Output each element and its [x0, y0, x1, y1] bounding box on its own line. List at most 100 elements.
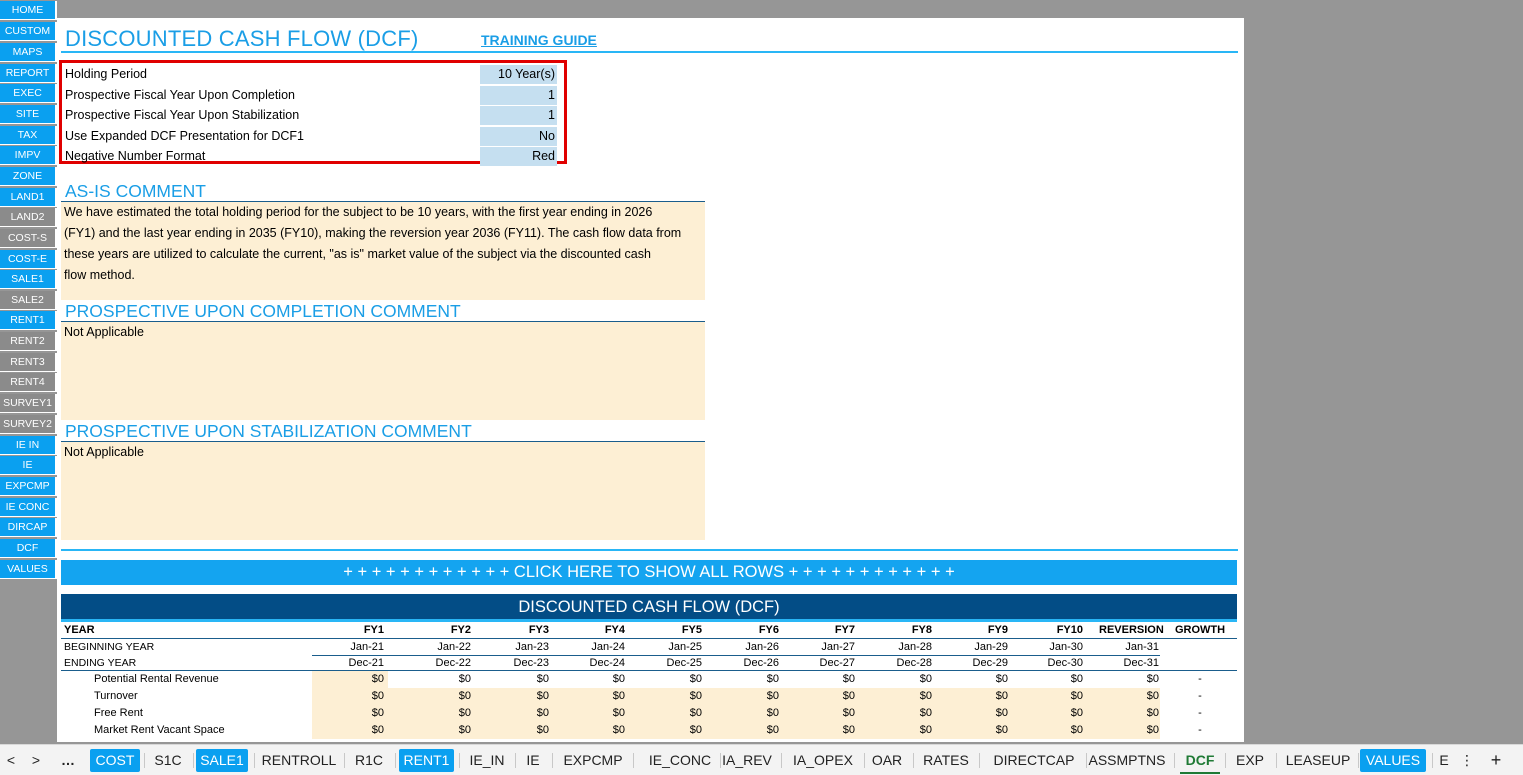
value-cell: $0 [689, 724, 702, 736]
setting-value-cell[interactable]: 1 [480, 106, 557, 125]
value-cell: $0 [371, 673, 384, 685]
tab-oar[interactable]: OAR [866, 749, 908, 772]
date-cell: Jan-23 [515, 641, 549, 653]
scroll-tabs-left-button[interactable]: < [2, 749, 20, 772]
sidebar-item-cost-e[interactable]: COST-E [0, 250, 57, 269]
tab-e[interactable]: E [1437, 749, 1451, 772]
value-cell: $0 [458, 707, 471, 719]
sidebar-item-sale2[interactable]: SALE2 [0, 291, 57, 310]
value-cell: $0 [371, 707, 384, 719]
tab-separator [459, 753, 460, 768]
row-label: Market Rent Vacant Space [94, 724, 225, 736]
tab-directcap[interactable]: DIRECTCAP [983, 749, 1085, 772]
tab-ie-in[interactable]: IE_IN [464, 749, 510, 772]
sidebar-item-expcmp[interactable]: EXPCMP [0, 477, 57, 496]
table-row: Potential Rental Revenue $0 $0 $0 $0 $0 $0 $0 $0… [61, 671, 1237, 688]
tab-assmptns[interactable]: ASSMPTNS [1086, 749, 1168, 772]
show-all-rows-button[interactable]: + + + + + + + + + + + + CLICK HERE TO SH… [61, 560, 1237, 585]
value-cell: $0 [766, 673, 779, 685]
setting-label: Use Expanded DCF Presentation for DCF1 [65, 128, 304, 143]
tab-values[interactable]: VALUES [1360, 749, 1426, 772]
value-cell: $0 [842, 673, 855, 685]
tab-cost[interactable]: COST [90, 749, 140, 772]
setting-value-cell[interactable]: Red [480, 147, 557, 166]
ending-year-row: ENDING YEAR Dec-21 Dec-22 Dec-23 Dec-24 Dec-2… [61, 655, 1237, 671]
sidebar-item-dircap[interactable]: DIRCAP [0, 518, 57, 537]
tab-exp[interactable]: EXP [1229, 749, 1271, 772]
setting-value-cell[interactable]: 10 Year(s) [480, 65, 557, 84]
sidebar-item-survey1[interactable]: SURVEY1 [0, 394, 57, 413]
stabilization-comment-box[interactable]: Not Applicable [61, 442, 705, 540]
tab-ie[interactable]: IE [520, 749, 546, 772]
value-cell: $0 [536, 690, 549, 702]
date-cell: Dec-21 [348, 657, 384, 669]
tab-rentroll[interactable]: RENTROLL [259, 749, 339, 772]
sidebar-item-home[interactable]: HOME [0, 1, 57, 20]
sidebar-item-cost-s[interactable]: COST-S [0, 229, 57, 248]
tab-ia-rev[interactable]: IA_REV [717, 749, 777, 772]
dcf-header-row: YEAR FY1 FY2 FY3 FY4 FY5 FY6 FY7 FY8 FY9 FY10 REVER… [61, 622, 1237, 638]
tab-leaseup[interactable]: LEASEUP [1280, 749, 1356, 772]
sidebar-item-rent2[interactable]: RENT2 [0, 332, 57, 351]
value-cell: $0 [995, 690, 1008, 702]
tab-separator [253, 753, 255, 768]
training-guide-link[interactable]: TRAINING GUIDE [481, 32, 597, 48]
sidebar-item-maps[interactable]: MAPS [0, 43, 57, 62]
value-cell: $0 [995, 707, 1008, 719]
sidebar-item-rent4[interactable]: RENT4 [0, 373, 57, 392]
value-cell: $0 [458, 690, 471, 702]
sidebar-item-zone[interactable]: ZONE [0, 167, 57, 186]
tab-options-icon[interactable]: ⋮ [1458, 749, 1476, 772]
sidebar-item-land1[interactable]: LAND1 [0, 188, 57, 207]
sidebar-item-land2[interactable]: LAND2 [0, 208, 57, 227]
value-cell: $0 [612, 673, 625, 685]
setting-row: Holding Period 10 Year(s) [65, 64, 562, 84]
tab-r1c[interactable]: R1C [348, 749, 390, 772]
table-row: Turnover $0 $0 $0 $0 $0 $0 $0 $0 $0 $0 $0 - [61, 688, 1237, 705]
sidebar-item-ie-in[interactable]: IE IN [0, 436, 57, 455]
sidebar-item-ie-conc[interactable]: IE CONC [0, 498, 57, 517]
sidebar-item-rent1[interactable]: RENT1 [0, 311, 57, 330]
scroll-tabs-right-button[interactable]: > [27, 749, 45, 772]
growth-cell: - [1198, 673, 1202, 685]
sidebar-item-exec[interactable]: EXEC [0, 84, 57, 103]
more-tabs-button[interactable]: … [58, 749, 78, 772]
setting-value-cell[interactable]: No [480, 126, 557, 146]
tab-expcmp[interactable]: EXPCMP [557, 749, 629, 772]
setting-value-cell[interactable]: 1 [480, 85, 557, 105]
tab-separator [143, 753, 145, 768]
date-cell: Dec-28 [896, 657, 932, 669]
tab-ie-conc[interactable]: IE_CONC [637, 749, 723, 772]
sidebar-item-tax[interactable]: TAX [0, 126, 57, 145]
column-header: FY5 [681, 624, 702, 636]
tab-separator [515, 753, 516, 768]
sidebar-item-survey2[interactable]: SURVEY2 [0, 415, 57, 434]
date-cell: Dec-24 [589, 657, 625, 669]
sidebar-item-ie[interactable]: IE [0, 456, 57, 475]
sidebar-item-site[interactable]: SITE [0, 105, 57, 124]
sidebar-item-dcf[interactable]: DCF [0, 539, 57, 558]
value-cell: $0 [842, 690, 855, 702]
sidebar-item-values[interactable]: VALUES [0, 560, 57, 579]
tab-rent1[interactable]: RENT1 [399, 749, 454, 772]
dcf-sheet: DISCOUNTED CASH FLOW (DCF) TRAINING GUID… [57, 18, 1244, 742]
dcf-table-heading: DISCOUNTED CASH FLOW (DCF) [61, 594, 1237, 619]
tab-s1c[interactable]: S1C [147, 749, 189, 772]
as-is-comment-box[interactable]: We have estimated the total holding peri… [61, 202, 705, 300]
sidebar-item-custom[interactable]: CUSTOM [0, 22, 57, 41]
completion-comment-box[interactable]: Not Applicable [61, 322, 705, 420]
tab-ia-opex[interactable]: IA_OPEX [785, 749, 861, 772]
sidebar-item-rent3[interactable]: RENT3 [0, 353, 57, 372]
tab-separator [633, 753, 634, 768]
tab-dcf[interactable]: DCF [1180, 749, 1220, 774]
sidebar-item-sale1[interactable]: SALE1 [0, 270, 57, 289]
tab-rates[interactable]: RATES [918, 749, 974, 772]
sidebar-item-report[interactable]: REPORT [0, 64, 57, 83]
add-sheet-button[interactable]: + [1486, 749, 1506, 772]
tab-separator [1224, 753, 1226, 768]
beginning-year-row: BEGINNING YEAR Jan-21 Jan-22 Jan-23 Jan-24 Ja… [61, 639, 1237, 655]
column-header: FY6 [758, 624, 779, 636]
sidebar-item-impv[interactable]: IMPV [0, 146, 57, 165]
tab-sale1[interactable]: SALE1 [196, 749, 248, 772]
row-label: Free Rent [94, 707, 143, 719]
